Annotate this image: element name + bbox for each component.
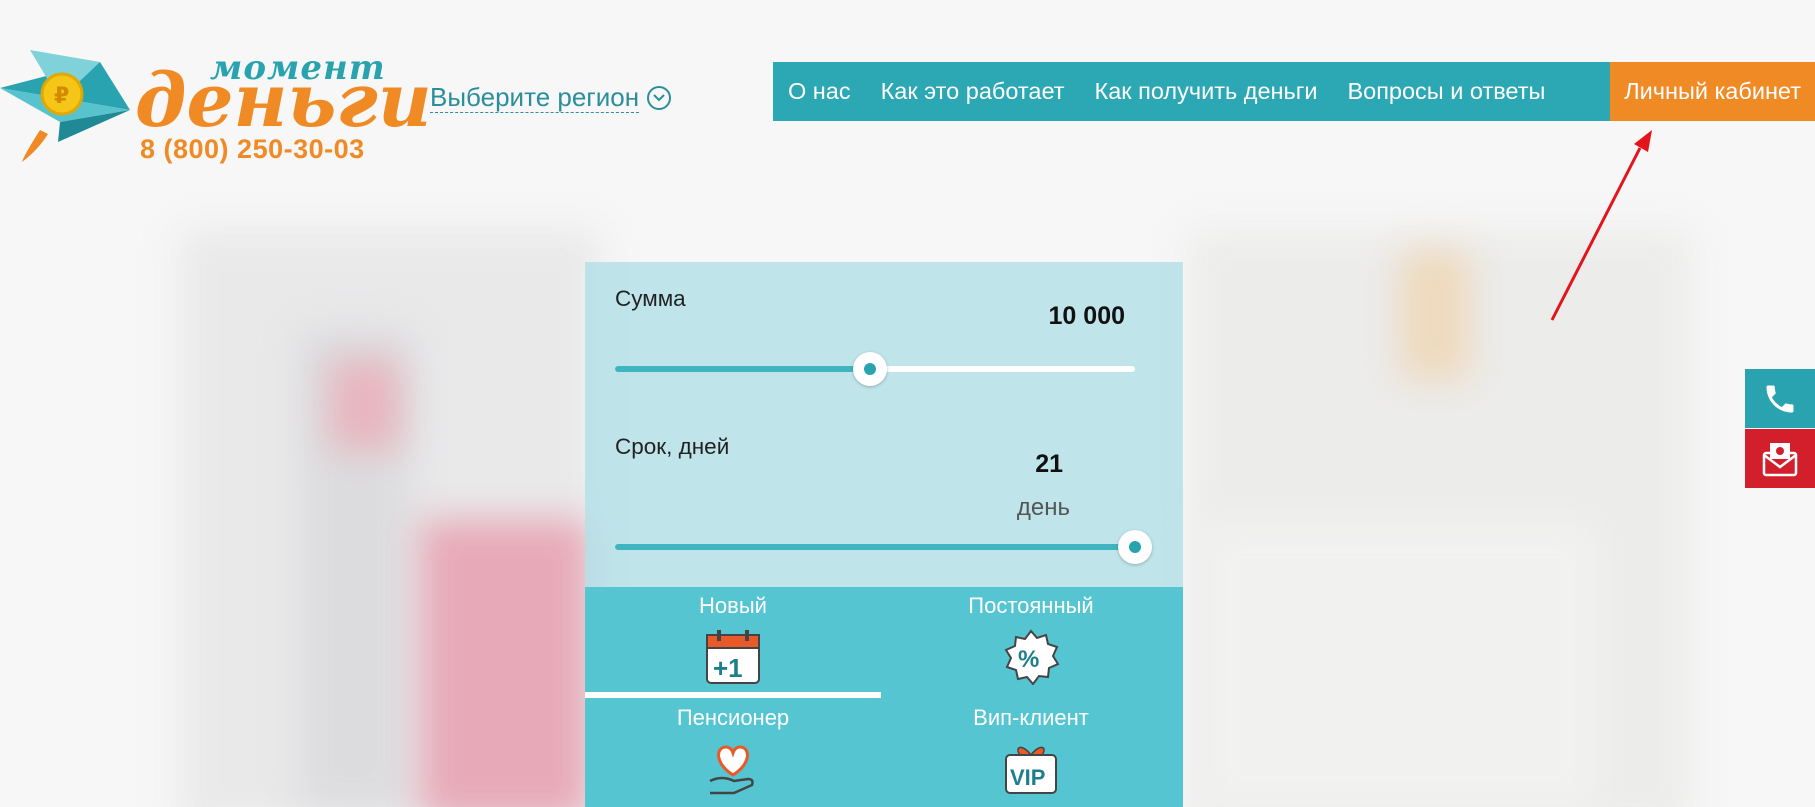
term-label: Срок, дней — [615, 434, 730, 459]
client-type-label: Вип-клиент — [973, 705, 1089, 730]
mail-icon — [1762, 442, 1798, 476]
client-type-new[interactable]: Новый +1 — [585, 587, 881, 698]
region-label: Выберите регион — [430, 82, 640, 113]
term-unit: день — [1016, 494, 1070, 521]
svg-text:₽: ₽ — [54, 84, 69, 109]
term-value: 21 — [1035, 450, 1063, 478]
sum-slider-fill — [615, 366, 870, 372]
nav-item-faq[interactable]: Вопросы и ответы — [1332, 62, 1560, 121]
calendar-plus-one-icon: +1 — [706, 630, 760, 684]
term-slider-fill — [615, 544, 1135, 550]
nav-item-how-to-get-money[interactable]: Как получить деньги — [1080, 62, 1333, 121]
sum-slider-handle[interactable] — [852, 352, 887, 386]
feedback-mail-button[interactable] — [1745, 429, 1815, 488]
client-type-selector: Новый +1 Постоянный % Пенсионер Вип-клие… — [585, 587, 1183, 807]
client-type-pensioner[interactable]: Пенсионер — [585, 699, 881, 797]
nav-item-about[interactable]: О нас — [773, 62, 866, 121]
sum-slider[interactable] — [615, 352, 1135, 386]
main-nav: О нас Как это работает Как получить день… — [773, 62, 1815, 121]
client-type-label: Пенсионер — [676, 705, 790, 730]
client-type-vip[interactable]: Вип-клиент VIP — [883, 699, 1179, 797]
client-type-regular[interactable]: Постоянный % — [883, 587, 1179, 685]
brand-logo[interactable]: ₽ момент деньги 8 (800) 250-30-03 — [0, 30, 432, 170]
heart-hand-icon — [709, 745, 754, 795]
chevron-down-icon — [647, 85, 672, 110]
term-slider-handle[interactable] — [1118, 530, 1152, 564]
svg-text:VIP: VIP — [1010, 765, 1045, 790]
personal-cabinet-button[interactable]: Личный кабинет — [1610, 62, 1815, 121]
region-selector[interactable]: Выберите регион — [430, 82, 672, 113]
client-type-label: Постоянный — [968, 593, 1094, 618]
brand-word-main: деньги — [135, 58, 432, 144]
sum-value: 10 000 — [1048, 302, 1125, 330]
calculator-sliders-panel: Сумма 10 000 Срок, дней 21 день — [585, 262, 1183, 587]
svg-text:+1: +1 — [713, 653, 743, 683]
nav-item-how-it-works[interactable]: Как это работает — [866, 62, 1080, 121]
hotline-phone[interactable]: 8 (800) 250-30-03 — [140, 134, 365, 165]
percent-badge-icon: % — [1004, 629, 1060, 685]
paper-plane-coin-icon: ₽ — [0, 50, 130, 162]
client-type-label: Новый — [699, 593, 767, 618]
svg-text:%: % — [1018, 646, 1039, 673]
callback-phone-button[interactable] — [1745, 369, 1815, 428]
vip-gift-icon: VIP — [1005, 746, 1057, 794]
phone-icon — [1766, 385, 1794, 412]
sum-label: Сумма — [615, 286, 686, 311]
term-slider[interactable] — [615, 530, 1152, 564]
loan-calculator: Сумма 10 000 Срок, дней 21 день Новый +1… — [585, 262, 1183, 807]
